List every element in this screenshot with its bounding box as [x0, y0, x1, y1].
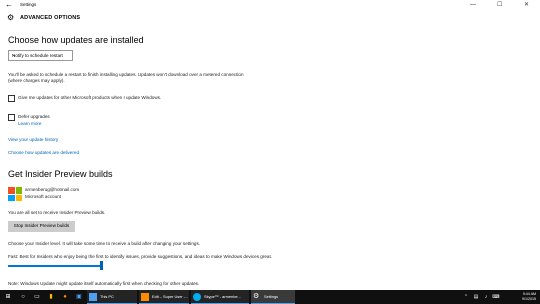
taskbar-app-this-pc[interactable]: This PC [87, 290, 137, 304]
learn-more-link[interactable]: Learn more [18, 121, 42, 126]
start-windows-icon[interactable]: ⊞ [3, 292, 13, 302]
ms-products-checkbox[interactable] [8, 95, 15, 102]
stop-insider-label: Stop Insider Preview builds [13, 223, 70, 228]
gear-icon: ⚙ [7, 13, 15, 22]
gear-icon: ⚙ [253, 293, 260, 300]
update-history-link[interactable]: View your update history [8, 137, 58, 142]
window-title: Settings [20, 2, 37, 7]
minimize-button[interactable]: — [470, 0, 476, 10]
computer-icon [89, 293, 97, 301]
browser-icon [141, 293, 149, 301]
page-header: ⚙ ADVANCED OPTIONS [0, 10, 540, 28]
keyboard-icon[interactable]: ⌨ [492, 292, 500, 302]
insider-level-slider-track[interactable] [8, 265, 103, 267]
clock[interactable]: 9:44 AM 9/1/2015 [522, 292, 536, 302]
store-icon[interactable]: ▣ [74, 292, 84, 302]
chevron-up-icon[interactable]: ⌃ [462, 292, 470, 302]
network-icon[interactable]: ▤ [472, 292, 480, 302]
insider-level-description: Fast: Best for Insiders who enjoy being … [8, 254, 273, 259]
maximize-button[interactable]: ☐ [497, 0, 502, 10]
account-email: armenberug@hotmail.com [25, 187, 80, 192]
taskbar-app-label: Skype™ - armenbe... [204, 294, 241, 299]
clock-date: 9/1/2015 [522, 297, 536, 301]
taskbar-app-skype[interactable]: Skype™ - armenbe... [191, 290, 249, 304]
back-arrow-icon[interactable]: ← [5, 0, 13, 10]
account-type: Microsoft account [25, 194, 61, 199]
taskbar-app-settings[interactable]: ⚙ Settings [251, 290, 295, 304]
taskbar-app-label: Edit – Super User -... [152, 294, 189, 299]
footer-note: Note: Windows Update might update itself… [8, 281, 200, 286]
taskbar-app-super-user[interactable]: Edit – Super User -... [139, 290, 189, 304]
task-view-icon[interactable]: ▭ [32, 292, 42, 302]
insider-section-title: Get Insider Preview builds [8, 169, 113, 179]
file-explorer-icon[interactable]: ▮ [46, 292, 56, 302]
page-title: ADVANCED OPTIONS [20, 15, 81, 21]
insider-status: You are all set to receive Insider Previ… [8, 210, 106, 215]
skype-icon [193, 293, 201, 301]
taskbar: ⊞ ○ ▭ ▮ ● ▣ This PC Edit – Super User -.… [0, 290, 540, 304]
insider-level-prompt: Choose your Insider level. It will take … [8, 241, 201, 246]
restart-mode-dropdown[interactable]: Notify to schedule restart ⌄ [8, 50, 73, 61]
defer-upgrades-checkbox[interactable] [8, 114, 15, 121]
taskbar-app-label: Settings [264, 294, 279, 299]
chevron-down-icon: ⌄ [12, 52, 17, 58]
install-section-title: Choose how updates are installed [8, 35, 144, 45]
defer-upgrades-label: Defer upgrades [18, 114, 50, 119]
volume-icon[interactable]: ♪ [482, 292, 490, 302]
install-note-line2: (where charges may apply). [8, 78, 65, 83]
search-icon[interactable]: ○ [18, 292, 28, 302]
insider-level-slider-thumb[interactable] [100, 261, 103, 270]
close-button[interactable]: ✕ [524, 0, 529, 10]
delivery-link[interactable]: Choose how updates are delivered [8, 150, 79, 155]
ms-products-label: Give me updates for other Microsoft prod… [18, 95, 162, 100]
stop-insider-button[interactable]: Stop Insider Preview builds [8, 221, 75, 232]
microsoft-logo-icon [8, 187, 22, 201]
title-bar: ← Settings — ☐ ✕ [0, 0, 540, 10]
firefox-icon[interactable]: ● [60, 292, 70, 302]
taskbar-app-label: This PC [100, 294, 114, 299]
